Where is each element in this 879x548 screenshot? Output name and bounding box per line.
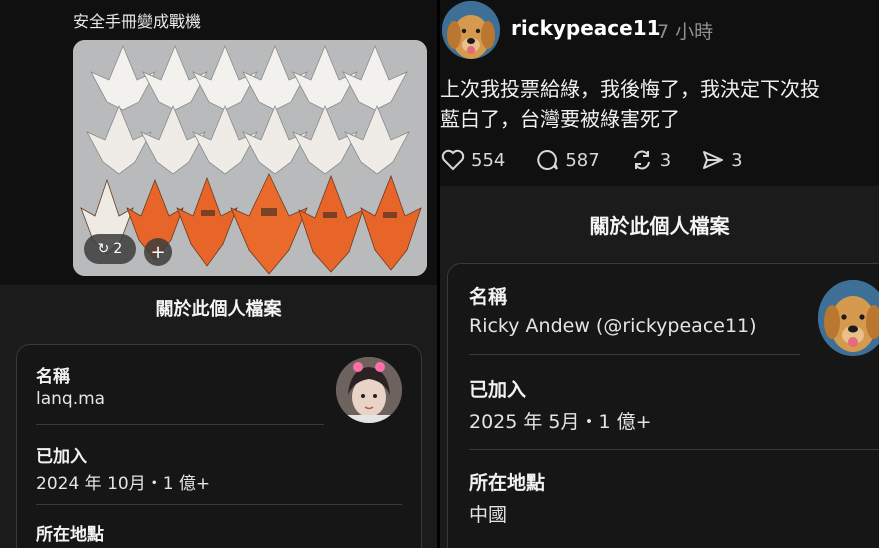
add-button[interactable]: + bbox=[144, 238, 172, 266]
avatar[interactable] bbox=[818, 280, 879, 356]
joined-label: 已加入 bbox=[469, 379, 527, 401]
post-time: 7 小時 bbox=[657, 21, 714, 43]
like-count: 554 bbox=[471, 149, 506, 171]
location-label: 所在地點 bbox=[469, 472, 546, 494]
plus-icon: + bbox=[150, 241, 166, 263]
comment-button[interactable]: 587 bbox=[535, 149, 600, 171]
heart-icon bbox=[441, 149, 465, 171]
post-text-line: 上次我投票給綠，我後悔了，我決定下次投 bbox=[440, 77, 820, 101]
repost-count: 3 bbox=[659, 149, 672, 171]
repost-icon: ↻ bbox=[97, 241, 110, 257]
comment-icon bbox=[537, 149, 559, 170]
location-value: 中國 bbox=[469, 504, 508, 526]
name-value: lanq.ma bbox=[36, 389, 106, 409]
post-caption: 安全手冊變成戰機 bbox=[73, 12, 202, 31]
joined-label: 已加入 bbox=[36, 447, 87, 467]
sheet-title: 關於此個人檔案 bbox=[155, 299, 282, 320]
name-label: 名稱 bbox=[36, 367, 70, 387]
repost-button[interactable]: 3 bbox=[630, 149, 671, 171]
location-label: 所在地點 bbox=[36, 525, 104, 545]
share-count: 3 bbox=[731, 149, 743, 171]
repost-icon bbox=[633, 150, 650, 170]
joined-value: 2025 年 5月・1 億+ bbox=[469, 411, 652, 433]
post-text-line: 藍白了，台灣要被綠害死了 bbox=[440, 107, 680, 131]
name-label: 名稱 bbox=[469, 286, 508, 308]
joined-value: 2024 年 10月・1 億+ bbox=[36, 474, 211, 494]
divider bbox=[469, 354, 800, 355]
post-actions: 554 587 3 3 bbox=[441, 149, 773, 171]
send-icon bbox=[703, 151, 724, 169]
avatar[interactable] bbox=[336, 357, 402, 423]
repost-count: 2 bbox=[113, 241, 123, 257]
post-text: 上次我投票給綠，我後悔了，我決定下次投 藍白了，台灣要被綠害死了 bbox=[440, 74, 879, 134]
name-value: Ricky Andew (@rickypeace11) bbox=[469, 315, 757, 337]
divider bbox=[469, 449, 879, 450]
user-photo-icon bbox=[336, 357, 402, 423]
divider bbox=[36, 504, 402, 505]
profile-info-card bbox=[447, 263, 879, 548]
repost-count-pill[interactable]: ↻ 2 bbox=[84, 234, 136, 264]
divider bbox=[36, 424, 324, 425]
sheet-title: 關於此個人檔案 bbox=[589, 214, 730, 238]
comment-count: 587 bbox=[565, 149, 600, 171]
avatar[interactable] bbox=[442, 1, 500, 59]
like-button[interactable]: 554 bbox=[441, 149, 505, 171]
share-button[interactable]: 3 bbox=[701, 149, 743, 171]
dog-avatar-icon bbox=[818, 280, 879, 356]
username[interactable]: rickypeace11 bbox=[511, 16, 661, 40]
dog-avatar-icon bbox=[442, 1, 500, 59]
